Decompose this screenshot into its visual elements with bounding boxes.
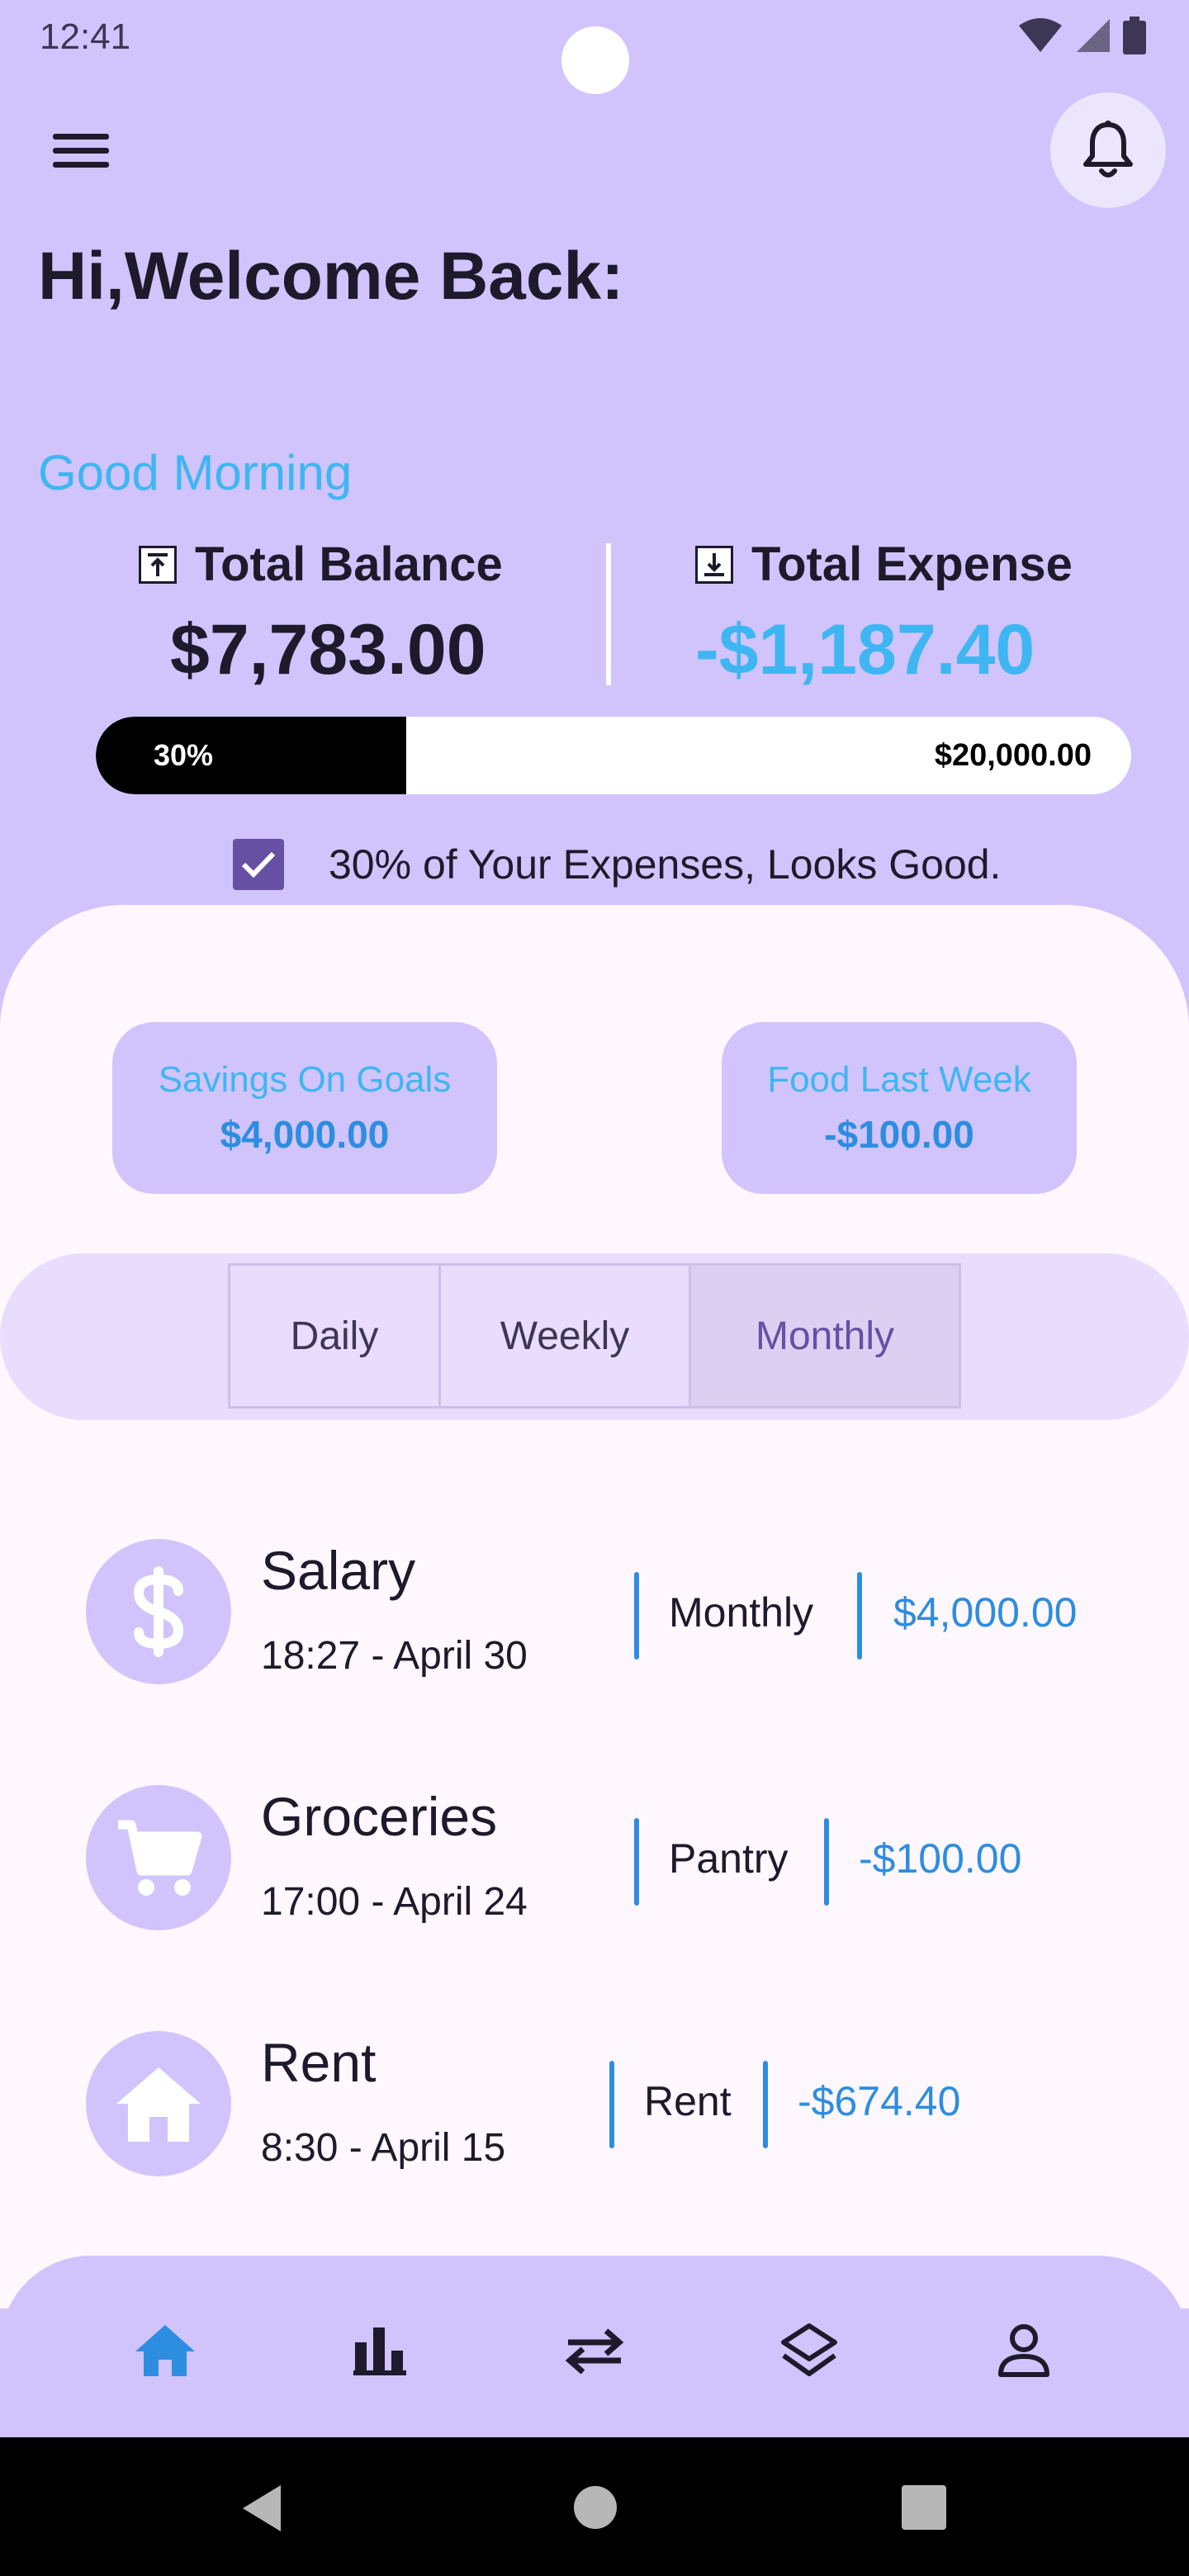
tab-monthly[interactable]: Monthly [691, 1266, 959, 1406]
period-tabs: Daily Weekly Monthly [228, 1263, 961, 1409]
menu-icon-line [53, 148, 109, 154]
system-navigation-bar [0, 2437, 1189, 2576]
transaction-divider [824, 1818, 829, 1906]
tab-weekly[interactable]: Weekly [441, 1266, 691, 1406]
transaction-category: Monthly [669, 1589, 814, 1636]
progress-percent: 30% [154, 738, 214, 772]
bell-icon [1083, 121, 1133, 178]
recents-icon[interactable] [902, 2485, 946, 2530]
food-last-week-label: Food Last Week [767, 1059, 1031, 1100]
transaction-title: Salary [261, 1540, 416, 1601]
greeting-subtitle: Good Morning [38, 445, 353, 500]
profile-icon [998, 2324, 1049, 2377]
transactions-icon [565, 2328, 624, 2374]
status-icons [1017, 15, 1146, 56]
transaction-divider [634, 1818, 639, 1906]
house-icon [86, 2031, 231, 2176]
dollar-icon [86, 1539, 231, 1684]
status-time: 12:41 [40, 17, 131, 57]
transaction-date: 8:30 - April 15 [261, 2126, 506, 2170]
total-balance-header: Total Balance [139, 537, 503, 592]
total-balance-value: $7,783.00 [170, 610, 486, 689]
transaction-date: 18:27 - April 30 [261, 1634, 528, 1678]
total-expense-header: Total Expense [695, 537, 1073, 592]
food-last-week-value: -$100.00 [824, 1113, 974, 1156]
nav-categories[interactable] [760, 2305, 859, 2396]
menu-button[interactable] [50, 125, 112, 175]
transaction-category: Pantry [669, 1835, 789, 1882]
back-icon[interactable] [239, 2484, 284, 2533]
progress-fill [96, 717, 407, 794]
transaction-divider [609, 2061, 614, 2148]
categories-icon [781, 2323, 837, 2376]
savings-goals-card[interactable]: Savings On Goals $4,000.00 [112, 1022, 497, 1194]
nav-home[interactable] [116, 2305, 215, 2396]
greeting-title: Hi,Welcome Back: [38, 239, 624, 314]
expense-progress-bar: 30% $20,000.00 [96, 717, 1131, 794]
income-icon [139, 545, 177, 584]
nav-transactions[interactable] [545, 2305, 644, 2396]
wifi-icon [1019, 18, 1062, 52]
transaction-title: Rent [261, 2032, 377, 2093]
savings-goals-value: $4,000.00 [220, 1113, 390, 1156]
transaction-row[interactable]: Rent 8:30 - April 15 Rent -$674.40 [86, 2031, 1126, 2180]
cart-icon [86, 1785, 231, 1930]
total-expense-label: Total Expense [751, 537, 1073, 591]
nav-profile[interactable] [974, 2305, 1073, 2396]
transaction-divider [857, 1572, 862, 1660]
menu-icon-line [53, 134, 109, 140]
battery-icon [1123, 17, 1146, 54]
balance-divider [606, 543, 611, 685]
transaction-date: 17:00 - April 24 [261, 1880, 528, 1924]
check-icon [233, 839, 284, 890]
progress-goal: $20,000.00 [934, 738, 1092, 773]
transaction-divider [763, 2061, 768, 2148]
menu-icon-line [53, 162, 109, 168]
transaction-category: Rent [644, 2078, 732, 2124]
analysis-icon [353, 2327, 406, 2375]
notification-button[interactable] [1050, 92, 1166, 208]
transaction-amount: $4,000.00 [893, 1589, 1078, 1636]
camera-cutout [561, 26, 629, 94]
transaction-row[interactable]: Groceries 17:00 - April 24 Pantry -$100.… [86, 1785, 1126, 1934]
transaction-amount: -$100.00 [859, 1835, 1022, 1882]
total-balance-label: Total Balance [195, 537, 503, 591]
transaction-row[interactable]: Salary 18:27 - April 30 Monthly $4,000.0… [86, 1539, 1126, 1688]
home-circle-icon[interactable] [573, 2485, 618, 2530]
expense-icon [695, 545, 733, 584]
transaction-divider [634, 1572, 639, 1660]
nav-analysis[interactable] [330, 2305, 429, 2396]
transaction-title: Groceries [261, 1786, 498, 1847]
total-expense-value: -$1,187.40 [695, 610, 1035, 689]
tab-daily[interactable]: Daily [230, 1266, 441, 1406]
expense-status-message: 30% of Your Expenses, Looks Good. [329, 841, 1002, 888]
food-last-week-card[interactable]: Food Last Week -$100.00 [722, 1022, 1077, 1194]
transaction-amount: -$674.40 [798, 2078, 961, 2124]
home-icon [135, 2325, 195, 2376]
signal-icon [1077, 19, 1110, 52]
savings-goals-label: Savings On Goals [158, 1059, 452, 1100]
